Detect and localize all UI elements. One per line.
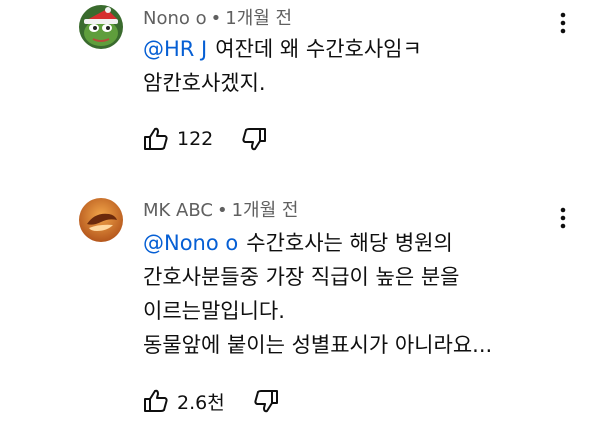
orange-logo-avatar-icon[interactable] xyxy=(79,198,123,242)
like-count: 122 xyxy=(177,128,214,150)
mention-link[interactable]: @HR J xyxy=(143,37,207,61)
meta-separator: • xyxy=(216,200,228,221)
comment-2: MK ABC • 1개월 전 @Nono o 수간호사는 해당 병원의 간호사분들중 … xyxy=(0,190,597,425)
comment-text: @HR J 여잔데 왜 수간호사임ㅋ 암칸호사겠지. xyxy=(143,32,422,100)
author-name[interactable]: Nono o xyxy=(143,8,207,29)
thumbs-down-icon[interactable] xyxy=(241,126,267,152)
comment-time[interactable]: 1개월 전 xyxy=(232,200,299,221)
comment-text-line1: 여잔데 왜 수간호사임ㅋ xyxy=(215,37,422,61)
comment-text-line2: 간호사분들중 가장 직급이 높은 분을 xyxy=(143,265,460,289)
comment-time[interactable]: 1개월 전 xyxy=(225,8,292,29)
comment-meta: Nono o • 1개월 전 xyxy=(143,8,292,30)
frog-santa-avatar-icon[interactable] xyxy=(79,5,123,49)
comment-text: @Nono o 수간호사는 해당 병원의 간호사분들중 가장 직급이 높은 분을 … xyxy=(143,226,492,362)
comment-text-line1: 수간호사는 해당 병원의 xyxy=(246,231,453,255)
author-name[interactable]: MK ABC xyxy=(143,200,213,221)
comment-actions: 122 xyxy=(143,125,267,153)
comment-meta: MK ABC • 1개월 전 xyxy=(143,200,298,222)
comment-1: Nono o • 1개월 전 @HR J 여잔데 왜 수간호사임ㅋ 암칸호사겠지. 1… xyxy=(0,0,597,170)
more-options-icon[interactable] xyxy=(557,206,569,230)
thumbs-up-icon[interactable] xyxy=(143,126,169,152)
comment-line: @HR J 여잔데 왜 수간호사임ㅋ xyxy=(143,32,422,66)
comment-line: @Nono o 수간호사는 해당 병원의 xyxy=(143,226,492,260)
thumbs-up-icon[interactable] xyxy=(143,388,169,414)
comment-text-line4: 동물앞에 붙이는 성별표시가 아니라요... xyxy=(143,333,493,357)
thumbs-down-icon[interactable] xyxy=(253,388,279,414)
meta-separator: • xyxy=(210,8,222,29)
more-options-icon[interactable] xyxy=(557,11,569,35)
mention-link[interactable]: @Nono o xyxy=(143,231,238,255)
comment-text-line3: 이르는말입니다. xyxy=(143,299,285,323)
comment-actions: 2.6천 xyxy=(143,387,279,415)
comment-text-line2: 암칸호사겠지. xyxy=(143,71,266,95)
like-count: 2.6천 xyxy=(177,391,225,414)
